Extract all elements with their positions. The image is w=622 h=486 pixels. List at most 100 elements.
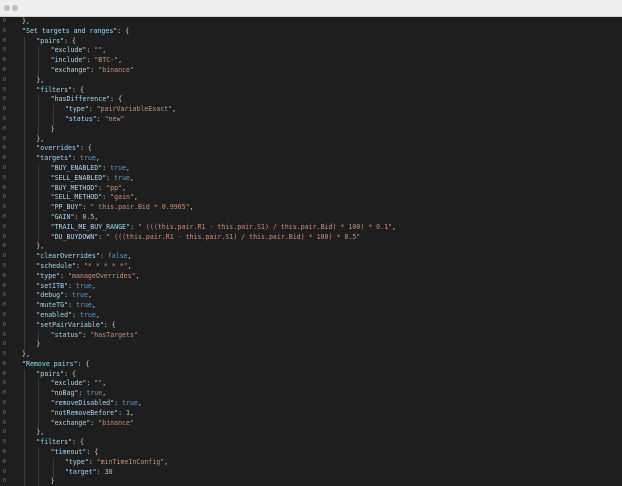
code-line[interactable]: 0 "include": "BTC-", (0, 56, 622, 66)
indent-guide (52, 114, 54, 125)
code-line[interactable]: 0 "filters": { (0, 85, 622, 96)
line-number: 0 (2, 468, 6, 475)
code-line[interactable]: 0 "muteTG": true, (0, 301, 622, 311)
code-token: , (127, 261, 132, 270)
line-number: 0 (2, 115, 6, 122)
code-token: 0.5 (82, 212, 95, 221)
code-line[interactable]: 0 "timeout": { (0, 448, 622, 458)
code-line[interactable]: 0 "setPairVariable": { (0, 320, 622, 331)
indent-guide (24, 75, 25, 86)
line-number: 0 (2, 86, 6, 93)
line-number: 0 (2, 194, 6, 201)
code-text: "removeDisabled": true, (51, 399, 142, 409)
code-line[interactable]: 0}, (0, 350, 622, 360)
indent-guide (24, 144, 25, 155)
code-line[interactable]: 0} (0, 340, 622, 351)
line-number: 0 (2, 360, 6, 367)
code-token: }, (36, 134, 45, 143)
code-line[interactable]: 0 "type": "manageOverrides", (0, 271, 622, 282)
line-number: 0 (2, 311, 6, 318)
code-token: , (118, 56, 123, 65)
editor-window: 0}, 0 "Set targets and ranges": {0 "pairs":… (0, 0, 622, 486)
code-line[interactable]: 0 "type": "pairVariableExact", (0, 105, 622, 115)
code-line[interactable]: 0} (0, 477, 622, 486)
code-line[interactable]: 0 "exclude": "", (0, 379, 622, 390)
code-line[interactable]: 0 "PP_BUY": " this.pair.Bid * 0.9965", (0, 203, 622, 213)
line-number: 0 (2, 57, 6, 64)
code-editor[interactable]: 0}, 0 "Set targets and ranges": {0 "pairs":… (0, 17, 622, 486)
code-line[interactable]: 0 "type": "minTimeInConfig", (0, 457, 622, 468)
indent-guide (24, 252, 25, 262)
code-line[interactable]: 0 "GAIN": 0.5, (0, 212, 622, 223)
code-token: : (96, 114, 105, 123)
line-number: 0 (2, 243, 6, 250)
code-line[interactable]: 0 "pairs": { (0, 369, 622, 380)
minimize-dot-icon[interactable] (12, 5, 18, 11)
code-token: }, (22, 17, 30, 25)
code-token: "new" (104, 114, 125, 123)
indent-guide (38, 65, 40, 76)
code-line[interactable]: 0}, (0, 134, 622, 145)
code-line[interactable]: 0}, (0, 75, 622, 86)
code-line[interactable]: 0 "BUY_METHOD": "pp", (0, 183, 622, 194)
code-token: , (102, 389, 107, 398)
code-line[interactable]: 0 "TRAIL_ME_BUY_RANGE": " (((this.pair.R1… (0, 222, 622, 233)
code-token: "noBag" (50, 389, 79, 398)
code-line[interactable]: 0 "overrides": { (0, 144, 622, 155)
code-line[interactable]: 0 "pairs": { (0, 36, 622, 47)
code-token: "binance" (98, 418, 134, 427)
code-line[interactable]: 0 "target": 30 (0, 467, 622, 478)
code-line[interactable]: 0 "clearOverrides": false, (0, 252, 622, 262)
code-line[interactable]: 0 "SELL_METHOD": "gain", (0, 193, 622, 204)
code-line[interactable]: 0 "filters": { (0, 438, 622, 449)
code-token: "filters" (36, 85, 73, 94)
line-number: 0 (2, 321, 6, 328)
code-line[interactable]: 0 "BUY_ENABLED": true, (0, 163, 622, 174)
indent-guide (38, 408, 40, 419)
code-text: "status": "hasTargets" (51, 331, 138, 341)
code-line[interactable]: 0 "status": "hasTargets" (0, 330, 622, 341)
code-area[interactable]: 0}, 0 "Set targets and ranges": {0 "pairs":… (0, 17, 622, 486)
line-number: 0 (2, 331, 6, 338)
code-line[interactable]: 0 "removeDisabled": true, (0, 399, 622, 409)
indent-guide (38, 46, 40, 57)
indent-guide (38, 183, 40, 194)
code-token: true (76, 301, 92, 310)
code-text: "pairs": { (36, 370, 76, 380)
line-number: 0 (2, 409, 6, 416)
code-line[interactable]: 0 "SELL_ENABLED": true, (0, 173, 622, 184)
code-line[interactable]: 0 "Remove pairs": { (0, 360, 622, 370)
indent-guide (24, 340, 25, 351)
code-line[interactable]: 0 "exchange": "binance" (0, 65, 622, 76)
code-line[interactable]: 0 "targets": true, (0, 154, 622, 164)
indent-guide (38, 56, 40, 66)
code-line[interactable]: 0}, (0, 428, 622, 439)
code-token: "exclude" (50, 46, 87, 55)
indent-guide (24, 369, 25, 380)
code-token: : { (103, 320, 116, 329)
code-line[interactable]: 0 "status": "new" (0, 114, 622, 125)
close-dot-icon[interactable] (4, 5, 10, 11)
code-line[interactable]: 0 "hasDifference": { (0, 95, 622, 106)
code-line[interactable]: 0 "notRemoveBefore": 1, (0, 408, 622, 419)
indent-guide (38, 222, 40, 233)
code-line[interactable]: 0 "debug": true, (0, 291, 622, 302)
code-line[interactable]: 0 "Set targets and ranges": { (0, 27, 622, 37)
code-text: "type": "manageOverrides", (36, 272, 139, 282)
code-token: " this.pair.Bid * 0.9965" (90, 203, 190, 212)
indent-guide (38, 203, 40, 213)
code-line[interactable]: 0 "DU_BUYDOWN": " (((this.pair.R1 - this.… (0, 232, 622, 243)
code-line[interactable]: 0 "exchange": "binance" (0, 418, 622, 429)
code-line[interactable]: 0 "enabled": true, (0, 310, 622, 321)
code-line[interactable]: 0 "schedule": "* * * * *", (0, 261, 622, 272)
code-token: "PP_BUY" (50, 203, 83, 212)
code-line[interactable]: 0 "exclude": "", (0, 46, 622, 57)
indent-guide (24, 389, 25, 400)
indent-guide (38, 389, 40, 400)
code-line[interactable]: 0}, (0, 17, 622, 27)
code-line[interactable]: 0 "setITB": true, (0, 281, 622, 292)
code-token: , (133, 193, 138, 202)
code-line[interactable]: 0 "noBag": true, (0, 389, 622, 400)
code-line[interactable]: 0} (0, 124, 622, 135)
code-line[interactable]: 0}, (0, 242, 622, 253)
